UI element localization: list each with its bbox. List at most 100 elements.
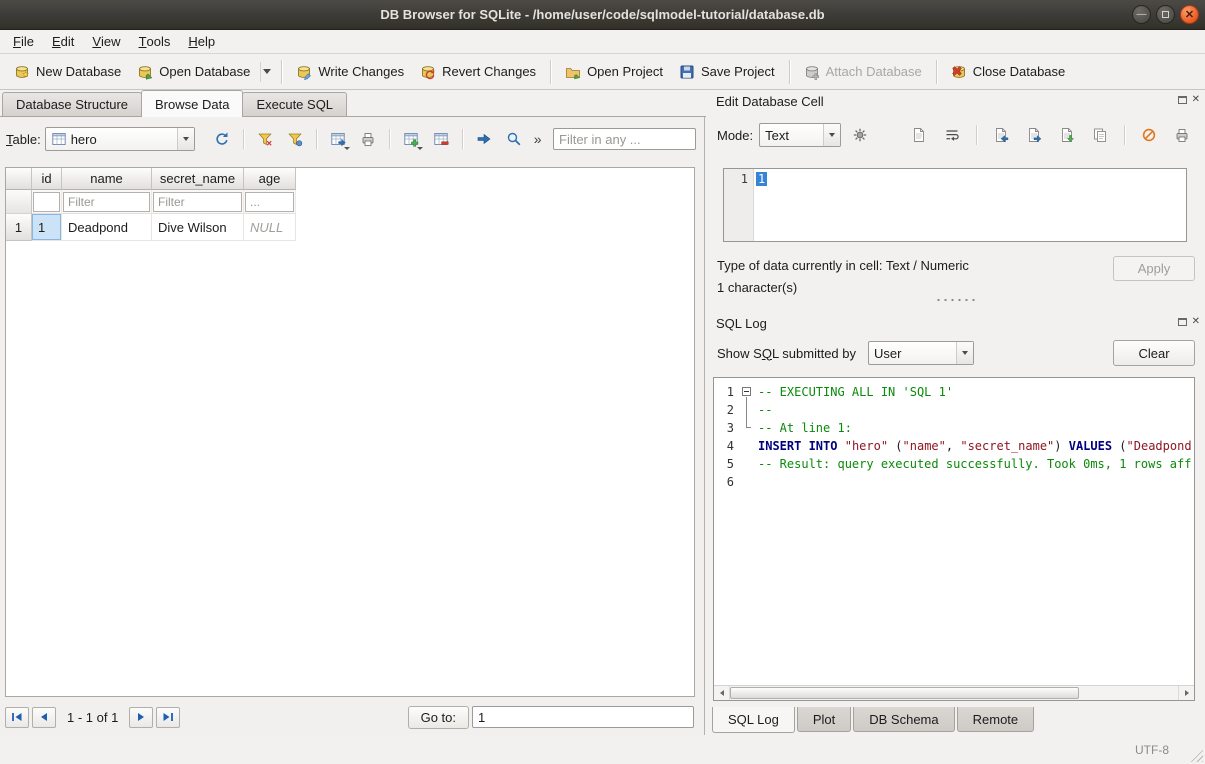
sql-log-line: 3-- At line 1: <box>714 419 1194 437</box>
fold-gutter <box>734 473 758 491</box>
close-icon[interactable]: ✕ <box>1192 317 1200 327</box>
tab-browse-data[interactable]: Browse Data <box>141 90 243 117</box>
column-header-age[interactable]: age <box>244 168 296 190</box>
text-document-button[interactable] <box>906 122 932 148</box>
project-save-icon <box>679 64 695 80</box>
save-project-button[interactable]: Save Project <box>671 59 783 85</box>
find-in-table-button[interactable] <box>501 126 527 152</box>
column-header-id[interactable]: id <box>32 168 62 190</box>
set-null-button[interactable] <box>1136 122 1162 148</box>
refresh-button[interactable] <box>209 126 235 152</box>
filter-input-id[interactable] <box>33 192 60 212</box>
insert-record-button[interactable] <box>398 126 424 152</box>
horizontal-scrollbar[interactable] <box>714 685 1194 700</box>
next-record-button[interactable] <box>129 707 153 728</box>
write-changes-button[interactable]: Write Changes <box>288 59 412 85</box>
float-icon[interactable] <box>1178 96 1187 104</box>
previous-record-button[interactable] <box>32 707 56 728</box>
mode-combo[interactable]: Text <box>759 123 841 147</box>
table-row: 11DeadpondDive WilsonNULL <box>6 214 694 241</box>
close-icon[interactable]: ✕ <box>1192 95 1200 105</box>
last-record-button[interactable] <box>156 707 180 728</box>
filter-input-name[interactable] <box>63 192 150 212</box>
cell-secret-name[interactable]: Dive Wilson <box>152 214 244 241</box>
clear-filters-button[interactable] <box>252 126 278 152</box>
cell-age[interactable]: NULL <box>244 214 296 241</box>
titlebar[interactable]: DB Browser for SQLite - /home/user/code/… <box>0 0 1205 30</box>
import-data-button[interactable] <box>988 122 1014 148</box>
column-header-secret-name[interactable]: secret_name <box>152 168 244 190</box>
dock-tab-db-schema[interactable]: DB Schema <box>853 707 954 732</box>
insert-record-icon <box>403 131 419 147</box>
first-record-button[interactable] <box>5 707 29 728</box>
menu-tools[interactable]: Tools <box>130 30 180 53</box>
splitter-handle[interactable] <box>935 298 977 302</box>
scroll-right-icon[interactable] <box>1178 686 1194 700</box>
menu-file[interactable]: File <box>4 30 43 53</box>
cell-name[interactable]: Deadpond <box>62 214 152 241</box>
save-filter-icon <box>287 131 303 147</box>
close-window-button[interactable]: ✕ <box>1180 5 1199 24</box>
revert-changes-button[interactable]: Revert Changes <box>412 59 544 85</box>
save-filter-button[interactable] <box>282 126 308 152</box>
delete-record-button[interactable] <box>428 126 454 152</box>
scroll-left-icon[interactable] <box>714 686 730 700</box>
show-sql-label: Show SQL submitted by <box>717 346 856 361</box>
save-data-button[interactable] <box>1054 122 1080 148</box>
apply-button[interactable]: Apply <box>1113 256 1195 281</box>
scrollbar-thumb[interactable] <box>730 687 1079 699</box>
filter-input-secret-name[interactable] <box>153 192 242 212</box>
sql-source-combo[interactable]: User <box>868 341 974 365</box>
line-number: 6 <box>714 473 734 491</box>
clear-button[interactable]: Clear <box>1113 340 1195 366</box>
goto-record-button[interactable] <box>471 126 497 152</box>
mode-settings-button[interactable] <box>847 122 873 148</box>
menu-help[interactable]: Help <box>179 30 224 53</box>
fold-toggle-icon[interactable] <box>742 387 751 396</box>
close-database-button[interactable]: Close Database <box>943 59 1074 85</box>
scrollbar-track[interactable] <box>730 686 1178 700</box>
table-combo[interactable]: hero <box>45 127 195 151</box>
minimize-window-button[interactable]: — <box>1132 5 1151 24</box>
dock-tab-plot[interactable]: Plot <box>797 707 851 732</box>
new-database-button[interactable]: New Database <box>6 59 129 85</box>
toolbar-overflow-chevron[interactable]: » <box>534 131 542 147</box>
maximize-window-button[interactable] <box>1156 5 1175 24</box>
fold-gutter <box>734 383 758 401</box>
attach-database-button[interactable]: Attach Database <box>796 59 930 85</box>
copy-data-button[interactable] <box>1087 122 1113 148</box>
print-table-icon <box>360 131 376 147</box>
export-data-button[interactable] <box>1021 122 1047 148</box>
cell-editor[interactable]: 1 1 <box>723 168 1187 242</box>
goto-button[interactable]: Go to: <box>408 706 469 729</box>
float-icon[interactable] <box>1178 318 1187 326</box>
goto-record-icon <box>476 131 492 147</box>
dock-tab-sql-log[interactable]: SQL Log <box>712 707 795 733</box>
mode-label: Mode: <box>717 128 753 143</box>
tab-execute-sql[interactable]: Execute SQL <box>242 92 347 116</box>
goto-input[interactable] <box>472 706 694 728</box>
export-table-button[interactable] <box>325 126 351 152</box>
tab-database-structure[interactable]: Database Structure <box>2 92 142 116</box>
grid-corner[interactable] <box>6 168 32 190</box>
open-project-button[interactable]: Open Project <box>557 59 671 85</box>
print-table-button[interactable] <box>355 126 381 152</box>
sql-log-line: 4INSERT INTO "hero" ("name", "secret_nam… <box>714 437 1194 455</box>
column-header-name[interactable]: name <box>62 168 152 190</box>
chevron-down-icon[interactable] <box>263 69 271 74</box>
open-database-button[interactable]: Open Database <box>129 59 258 85</box>
filter-input-age[interactable] <box>245 192 294 212</box>
row-header[interactable]: 1 <box>6 214 32 241</box>
cell-size-text: 1 character(s) <box>717 280 797 295</box>
menu-view[interactable]: View <box>83 30 129 53</box>
filter-any-input[interactable] <box>553 128 696 150</box>
menu-edit[interactable]: Edit <box>43 30 83 53</box>
cell-id[interactable]: 1 <box>32 214 62 241</box>
resize-grip[interactable] <box>1189 748 1203 762</box>
dock-tab-remote[interactable]: Remote <box>957 707 1035 732</box>
print-cell-button[interactable] <box>1169 122 1195 148</box>
export-data-icon <box>1026 127 1042 143</box>
word-wrap-button[interactable] <box>939 122 965 148</box>
toolbar-separator <box>281 60 282 84</box>
cell-editor-content[interactable]: 1 <box>754 169 1186 241</box>
